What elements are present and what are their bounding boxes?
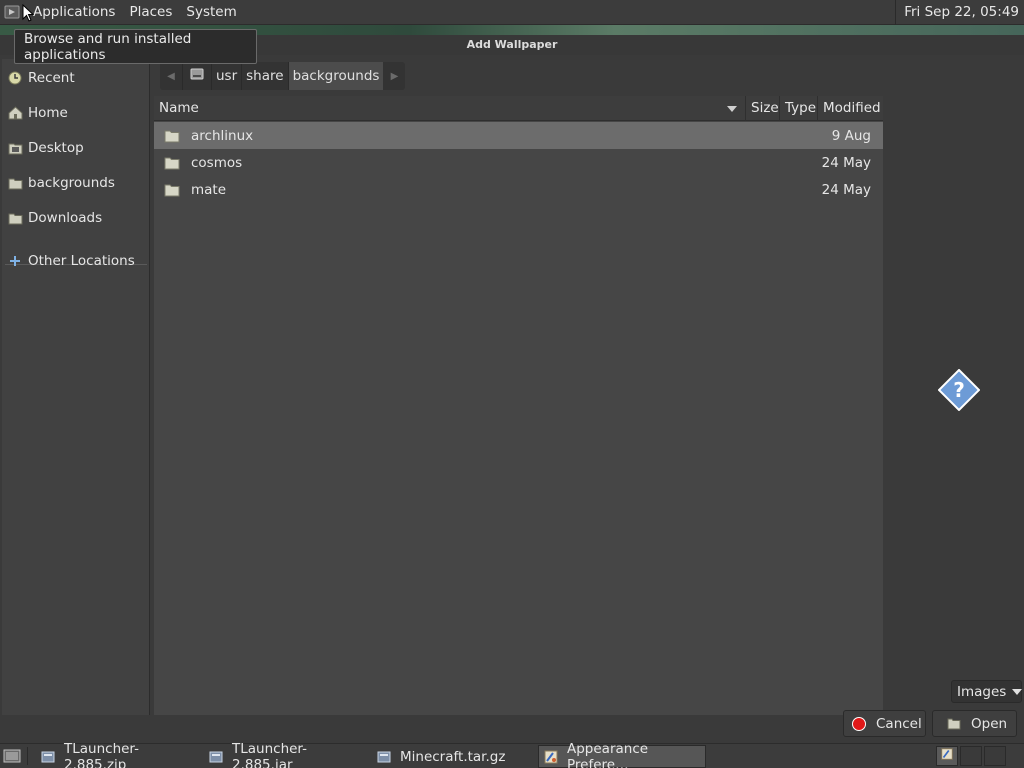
- cancel-label: Cancel: [876, 715, 922, 732]
- home-icon: [7, 105, 23, 121]
- column-size[interactable]: Size: [746, 96, 780, 121]
- sidebar-item-label: Downloads: [28, 210, 103, 226]
- chevron-down-icon: [1012, 688, 1023, 695]
- recent-icon: [7, 70, 23, 86]
- sidebar-item-label: Other Locations: [28, 253, 135, 269]
- appearance-icon: [940, 747, 954, 765]
- workspace-3[interactable]: [984, 746, 1006, 766]
- folder-icon: [7, 210, 23, 226]
- file-modified: 9 Aug: [831, 127, 871, 144]
- task-tlauncher-zip[interactable]: TLauncher-2.885.zip: [36, 741, 196, 768]
- column-modified[interactable]: Modified: [818, 96, 883, 121]
- file-filter-select[interactable]: Images: [951, 680, 1023, 703]
- sidebar-item-other-locations[interactable]: Other Locations: [2, 246, 148, 276]
- file-modified: 24 May: [821, 181, 871, 198]
- top-panel: Applications Places System Fri Sep 22, 0…: [0, 0, 1024, 25]
- folder-icon: [164, 183, 180, 197]
- archive-icon: [376, 749, 392, 765]
- sidebar-item-desktop[interactable]: Desktop: [2, 133, 148, 163]
- task-label: Minecraft.tar.gz: [400, 748, 506, 765]
- desktop-icon: [7, 140, 23, 156]
- path-scroll-left-icon[interactable]: ◀: [160, 62, 182, 90]
- appearance-icon: [543, 749, 559, 765]
- sidebar-item-home[interactable]: Home: [2, 98, 148, 128]
- path-bar: ◀ usr share backgrounds ▶: [160, 62, 406, 90]
- cancel-icon: [852, 716, 866, 731]
- column-name-label: Name: [159, 100, 199, 116]
- bottom-taskbar: TLauncher-2.885.zip TLauncher-2.885.jar …: [0, 741, 1024, 768]
- path-segment-usr[interactable]: usr: [211, 62, 241, 90]
- places-sidebar: Recent Home Desktop backgrounds Download…: [2, 59, 150, 715]
- open-button[interactable]: Open: [932, 710, 1017, 737]
- applications-menu[interactable]: Applications: [24, 0, 122, 25]
- cancel-button[interactable]: Cancel: [843, 710, 926, 737]
- task-label: TLauncher-2.885.zip: [64, 740, 139, 768]
- mouse-pointer-icon: [22, 3, 35, 22]
- sidebar-item-label: Home: [28, 105, 68, 121]
- archive-icon: [208, 749, 224, 765]
- column-header: Name Size Type Modified: [154, 96, 883, 121]
- file-row-cosmos[interactable]: cosmos 24 May: [154, 149, 883, 176]
- task-label: TLauncher-2.885.jar: [232, 740, 307, 768]
- sort-down-icon: [727, 106, 737, 112]
- task-label: Appearance Prefere…: [567, 740, 649, 768]
- workspace-2[interactable]: [960, 746, 982, 766]
- task-minecraft-tar[interactable]: Minecraft.tar.gz: [372, 745, 532, 768]
- sidebar-item-downloads[interactable]: Downloads: [2, 203, 148, 233]
- show-desktop-icon[interactable]: [3, 747, 21, 765]
- task-appearance-preferences[interactable]: Appearance Prefere…: [538, 741, 706, 768]
- tooltip-text: Browse and run installed applications: [24, 30, 192, 63]
- drive-icon: [190, 67, 204, 85]
- path-root-button[interactable]: [182, 62, 211, 90]
- add-wallpaper-dialog: Add Wallpaper Recent Home Desktop backgr…: [0, 35, 1024, 743]
- path-segment-share[interactable]: share: [241, 62, 287, 90]
- path-scroll-right-icon[interactable]: ▶: [383, 62, 405, 90]
- sidebar-item-label: Recent: [28, 70, 75, 86]
- sidebar-item-label: Desktop: [28, 140, 84, 156]
- question-icon: ?: [937, 368, 981, 412]
- column-name[interactable]: Name: [154, 96, 746, 121]
- folder-icon: [7, 175, 23, 191]
- task-tlauncher-jar[interactable]: TLauncher-2.885.jar: [204, 741, 364, 768]
- tooltip: Browse and run installed applications: [14, 29, 257, 64]
- main-menu-icon[interactable]: [0, 0, 24, 25]
- column-type[interactable]: Type: [780, 96, 818, 121]
- file-name: cosmos: [191, 154, 243, 171]
- taskbar-separator: [27, 747, 28, 765]
- file-filter-label: Images: [957, 683, 1007, 700]
- path-segment-backgrounds[interactable]: backgrounds: [287, 62, 384, 90]
- archive-icon: [40, 749, 56, 765]
- file-modified: 24 May: [821, 154, 871, 171]
- file-row-mate[interactable]: mate 24 May: [154, 176, 883, 203]
- open-folder-icon: [947, 717, 961, 731]
- svg-text:?: ?: [953, 378, 965, 402]
- places-menu[interactable]: Places: [122, 0, 179, 25]
- clock[interactable]: Fri Sep 22, 05:49: [895, 0, 1024, 25]
- file-name: archlinux: [191, 127, 254, 144]
- folder-icon: [164, 129, 180, 143]
- sidebar-item-label: backgrounds: [28, 175, 115, 191]
- file-name: mate: [191, 181, 227, 198]
- file-list: Name Size Type Modified archlinux 9 Aug …: [154, 96, 883, 715]
- plus-icon: [7, 253, 23, 269]
- sidebar-item-recent[interactable]: Recent: [2, 63, 148, 93]
- system-menu[interactable]: System: [179, 0, 243, 25]
- workspace-switcher[interactable]: [936, 746, 958, 766]
- file-row-archlinux[interactable]: archlinux 9 Aug: [154, 122, 883, 149]
- sidebar-item-backgrounds[interactable]: backgrounds: [2, 168, 148, 198]
- folder-icon: [164, 156, 180, 170]
- open-label: Open: [971, 715, 1008, 732]
